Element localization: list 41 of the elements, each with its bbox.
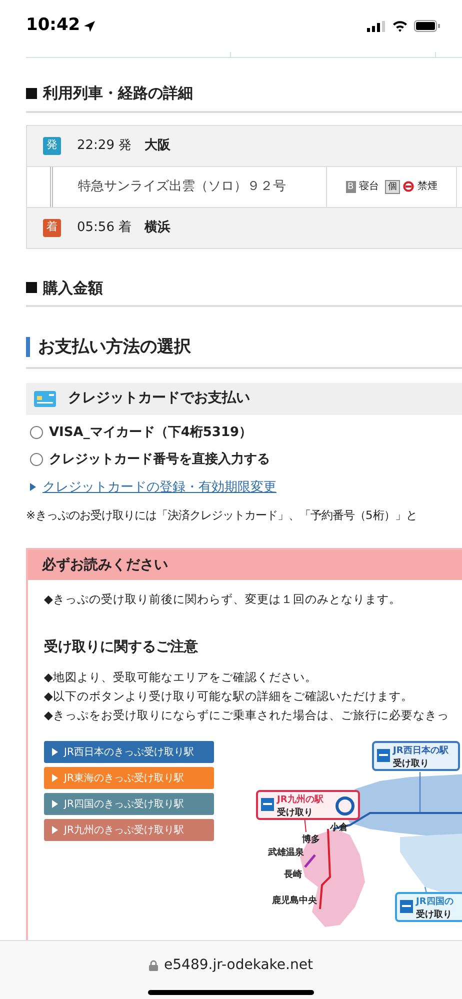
- station-list-button[interactable]: JR四国のきっぷ受け取り駅: [44, 793, 214, 816]
- notice-text: ◆地図より、受取可能なエリアをご確認ください。: [44, 669, 318, 686]
- facility-label: 禁煙: [417, 180, 438, 194]
- url-text: e5489.jr-odekake.net: [164, 956, 313, 975]
- section-title: 購入金額: [43, 278, 103, 298]
- notice-text: ◆きっぷをお受け取りにならずにご乗車された場合は、ご旅行に必要なきっ: [44, 707, 450, 724]
- facility-label: 寝台: [358, 180, 379, 194]
- time-text: 05:56 着: [77, 218, 132, 237]
- station-name: 横浜: [144, 218, 171, 237]
- callout-text: 受け取り: [277, 808, 313, 820]
- callout-title: JR西日本の駅: [393, 746, 448, 758]
- badge: 発: [43, 136, 61, 154]
- station-list-button[interactable]: JR東海のきっぷ受け取り駅: [44, 767, 214, 790]
- notice-title: 必ずお読みください: [42, 556, 168, 575]
- map-label: 博多: [302, 835, 320, 846]
- clock-time: 10:42: [26, 14, 80, 38]
- section-title: 利用列車・経路の詳細: [43, 83, 193, 104]
- badge: 着: [43, 218, 61, 236]
- callout-text: 受け取り: [393, 758, 429, 770]
- time-text: 22:29 発: [77, 136, 132, 155]
- section-heading: お支払い方法の選択: [26, 337, 191, 357]
- station-name: 大阪: [144, 136, 171, 155]
- map-label: 長崎: [284, 870, 302, 880]
- map-label: 武雄温泉: [268, 848, 304, 858]
- map-label: 鹿児島中央: [272, 896, 317, 906]
- station-list-button[interactable]: JR九州のきっぷ受け取り駅: [44, 819, 214, 842]
- train-name: 特急サンライズ出雲（ソロ）９２号: [53, 166, 327, 206]
- callout-text: 受け取り: [416, 910, 452, 922]
- card-settings-link[interactable]: クレジットカードの登録・有効期限変更: [42, 478, 276, 497]
- notice-text: ◆きっぷの受け取り前後に関わらず、変更は１回のみとなります。: [44, 591, 402, 608]
- facility-mark: 個: [384, 180, 400, 194]
- notice-text: ◆以下のボタンより受け取り可能な駅の詳細をご確認いただけます。: [44, 688, 414, 706]
- notice-subtitle: 受け取りに関するご注意: [44, 638, 199, 658]
- callout-title: JR四国の: [416, 897, 454, 909]
- facility-mark: B: [346, 180, 356, 192]
- callout-title: JR九州の駅: [277, 795, 324, 807]
- option-label: VISA_マイカード（下4桁5319）: [49, 424, 252, 442]
- payment-method-title: クレジットカードでお支払い: [68, 389, 250, 408]
- note-text: ※きっぷのお受け取りには「決済クレジットカード」、「予約番号（5桁）」と: [26, 507, 418, 524]
- station-list-button[interactable]: JR西日本のきっぷ受け取り駅: [44, 741, 214, 764]
- option-label: クレジットカード番号を直接入力する: [49, 450, 270, 469]
